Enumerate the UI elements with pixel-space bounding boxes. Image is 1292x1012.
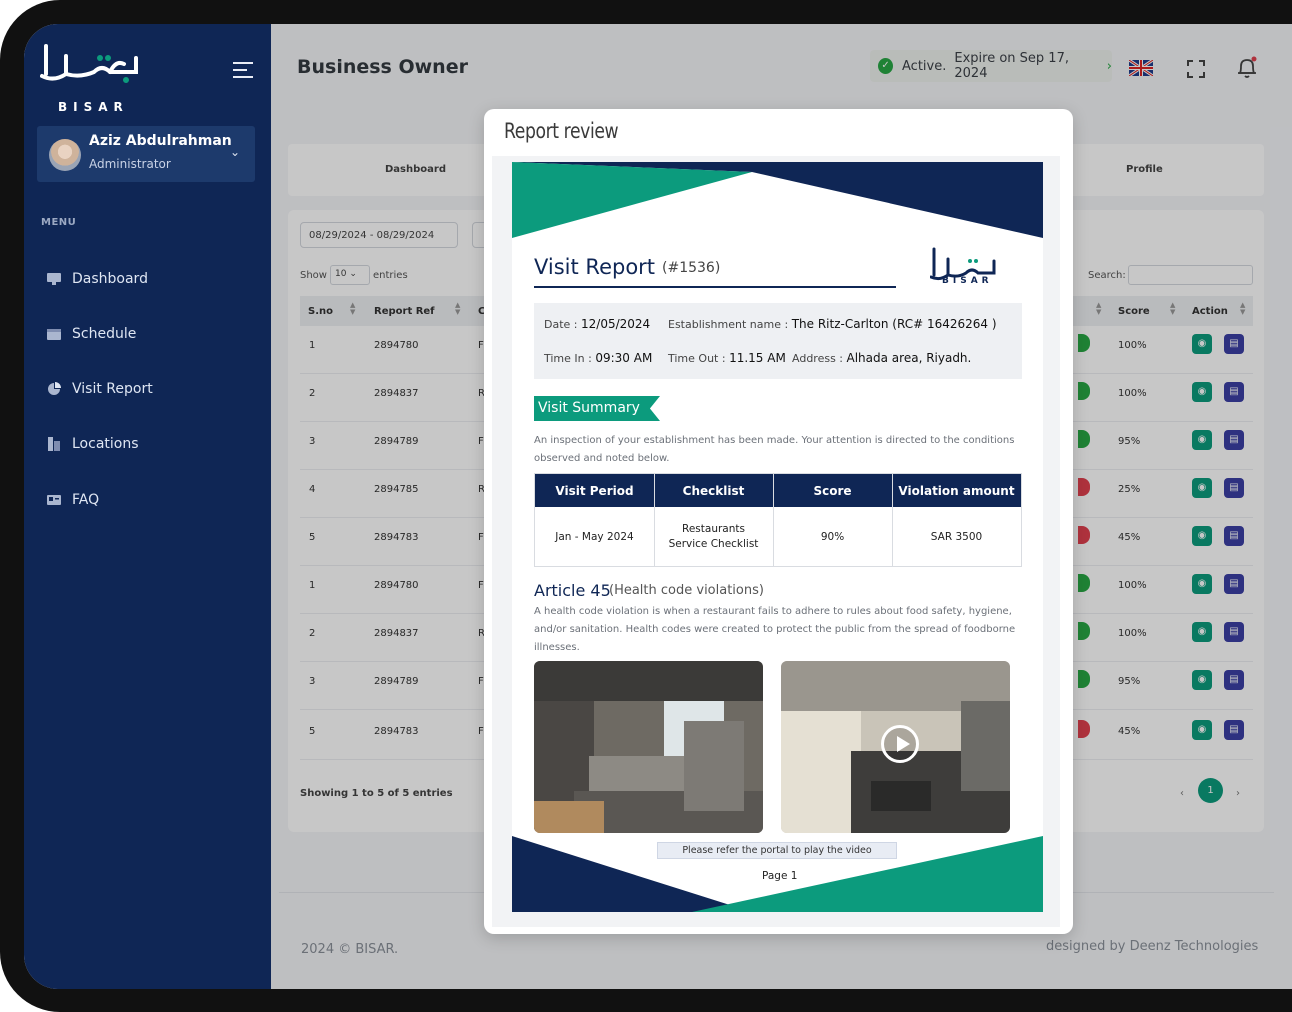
sidebar-item-label: Visit Report xyxy=(72,381,153,397)
app-screen: BISAR Aziz Abdulrahman Administrator ⌄ M… xyxy=(24,24,1292,989)
date-field: Date : 12/05/2024 xyxy=(544,317,651,331)
summary-header: Violation amount xyxy=(898,483,1015,498)
title-underline xyxy=(534,286,896,288)
time-in-field: Time In : 09:30 AM xyxy=(544,351,653,365)
brand-name: BISAR xyxy=(58,100,129,114)
article-description: A health code violation is when a restau… xyxy=(534,606,1016,653)
kitchen-video[interactable] xyxy=(781,661,1010,833)
visit-summary-description: An inspection of your establishment has … xyxy=(534,435,1015,464)
device-frame: BISAR Aziz Abdulrahman Administrator ⌄ M… xyxy=(0,0,1292,1012)
visit-info-box: Date : 12/05/2024 Establishment name : T… xyxy=(534,303,1022,379)
sidebar-item-label: Locations xyxy=(72,436,139,452)
video-notice: Please refer the portal to play the vide… xyxy=(657,842,897,859)
user-profile-dropdown[interactable]: Aziz Abdulrahman Administrator ⌄ xyxy=(37,126,255,182)
sidebar-item-label: Dashboard xyxy=(72,271,148,287)
sidebar-item-dashboard[interactable]: Dashboard xyxy=(46,267,148,291)
column-divider xyxy=(654,474,655,567)
kitchen-image xyxy=(534,661,763,833)
avatar xyxy=(49,139,81,171)
summary-table: Visit Period Checklist Score Violation a… xyxy=(534,473,1022,567)
sidebar-item-label: Schedule xyxy=(72,326,137,342)
summary-cell: SAR 3500 xyxy=(930,530,983,543)
report-brand-name: BISAR xyxy=(942,276,993,286)
arabic-logo-icon xyxy=(40,44,138,83)
user-name: Aziz Abdulrahman xyxy=(89,133,232,149)
visit-summary-tag: Visit Summary xyxy=(534,396,660,421)
user-role: Administrator xyxy=(89,157,171,171)
play-icon[interactable] xyxy=(881,725,919,763)
sidebar-item-locations[interactable]: Locations xyxy=(46,432,139,456)
column-divider xyxy=(892,474,893,567)
dashboard-icon xyxy=(47,273,61,285)
summary-header: Visit Period xyxy=(555,483,634,498)
modal-title: Report review xyxy=(504,119,619,143)
sidebar-item-schedule[interactable]: Schedule xyxy=(46,322,136,346)
summary-header: Checklist xyxy=(682,483,745,498)
location-icon xyxy=(48,437,60,451)
page-number: Page 1 xyxy=(762,870,798,882)
establishment-field: Establishment name : The Ritz-Carlton (R… xyxy=(668,317,997,331)
calendar-icon xyxy=(47,329,61,340)
id-card-icon xyxy=(47,495,61,505)
report-page: Visit Report (#1536) BISAR Date : 12/05/… xyxy=(512,162,1043,912)
report-preview: Visit Report (#1536) BISAR Date : 12/05/… xyxy=(492,156,1060,927)
sidebar-item-faq[interactable]: FAQ xyxy=(46,488,99,512)
summary-header: Score xyxy=(813,483,852,498)
report-id: (#1536) xyxy=(662,260,721,276)
pie-chart-icon xyxy=(48,382,61,395)
column-divider xyxy=(773,474,774,567)
header-banner xyxy=(512,162,1043,238)
sidebar: BISAR Aziz Abdulrahman Administrator ⌄ M… xyxy=(24,24,271,989)
sidebar-item-visit-report[interactable]: Visit Report xyxy=(46,377,153,401)
address-field: Address : Alhada area, Riyadh. xyxy=(792,351,972,365)
sidebar-item-label: FAQ xyxy=(72,492,100,508)
brand-logo[interactable]: BISAR xyxy=(40,34,150,114)
article-title: Article 45 xyxy=(534,581,611,600)
time-out-field: Time Out : 11.15 AM xyxy=(668,351,786,365)
report-title: Visit Report xyxy=(534,255,656,279)
menu-heading: MENU xyxy=(41,217,77,228)
summary-cell: Restaurants Service Checklist xyxy=(668,523,759,550)
report-review-modal: Report review Visit Report (#1536) BISAR xyxy=(484,109,1073,934)
chevron-down-icon: ⌄ xyxy=(230,145,241,159)
article-subtitle: (Health code violations) xyxy=(609,583,764,598)
kitchen-photo xyxy=(534,661,763,833)
summary-cell: Jan - May 2024 xyxy=(555,530,634,543)
hamburger-menu-icon[interactable] xyxy=(233,62,253,78)
summary-cell: 90% xyxy=(820,530,845,543)
